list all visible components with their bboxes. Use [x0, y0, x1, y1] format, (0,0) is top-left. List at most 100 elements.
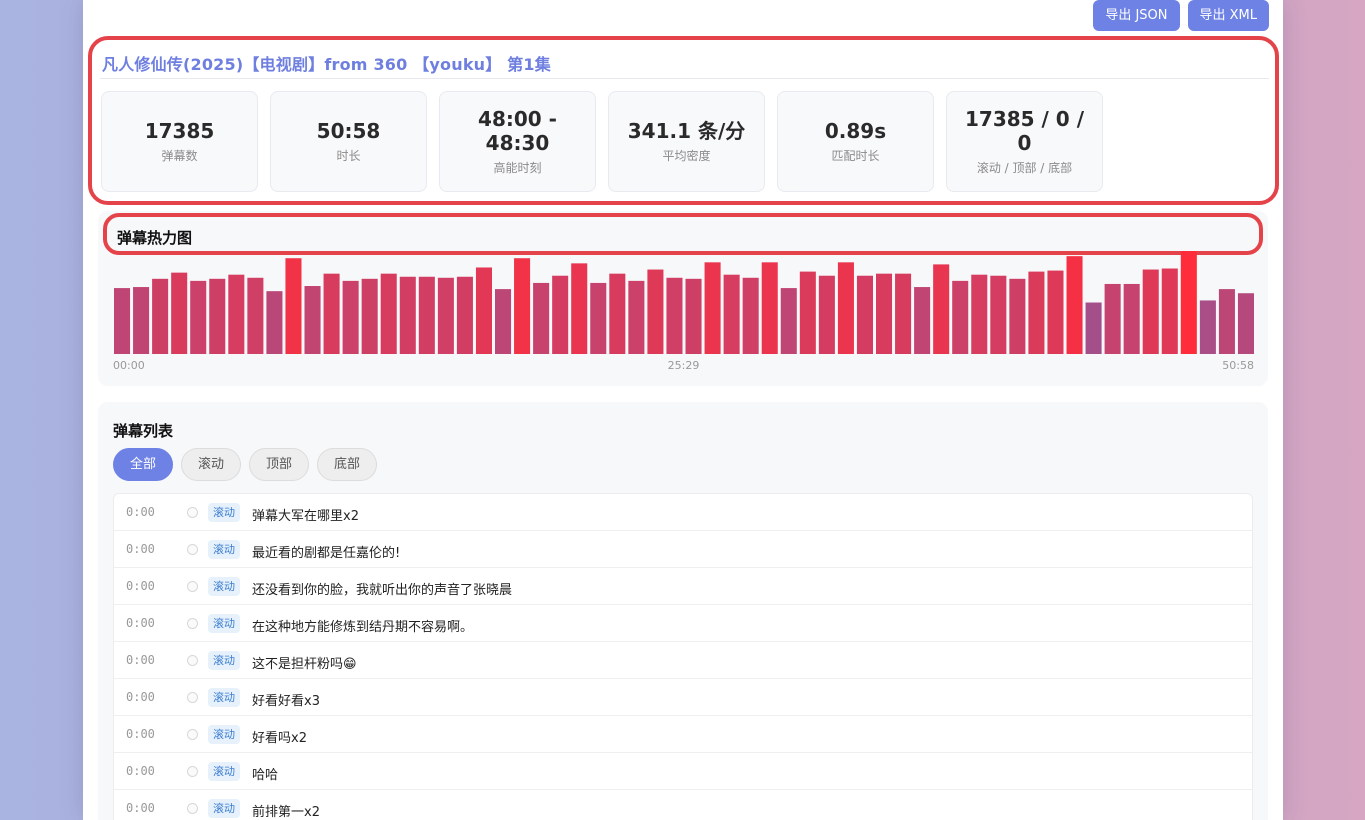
heatmap-bar[interactable]	[514, 258, 531, 354]
heatmap-bar[interactable]	[571, 263, 588, 354]
heatmap-bar[interactable]	[914, 287, 931, 354]
item-time: 0:00	[126, 764, 155, 778]
list-item[interactable]: 0:00 滚动 弹幕大军在哪里x2	[114, 494, 1252, 531]
heatmap-bar[interactable]	[399, 276, 416, 354]
heatmap-bar[interactable]	[1085, 302, 1102, 355]
heatmap-bar[interactable]	[895, 273, 912, 354]
list-item[interactable]: 0:00 滚动 最近看的剧都是任嘉伦的!	[114, 531, 1252, 568]
heatmap-bar[interactable]	[723, 274, 740, 354]
filter-top[interactable]: 顶部	[249, 448, 310, 481]
color-dot-icon	[187, 655, 198, 666]
heatmap-bar[interactable]	[152, 278, 169, 354]
heatmap-bar[interactable]	[933, 264, 950, 354]
heatmap-bar[interactable]	[837, 262, 854, 354]
list-title: 弹幕列表	[113, 422, 174, 440]
heatmap-bar[interactable]	[209, 278, 226, 354]
item-text: 弹幕大军在哪里x2	[252, 509, 359, 524]
heatmap-bar[interactable]	[856, 275, 873, 354]
heatmap-chart	[114, 251, 1254, 354]
heatmap-bar[interactable]	[1066, 256, 1083, 354]
stat-match-time: 0.89s 匹配时长	[777, 91, 934, 192]
heatmap-bar[interactable]	[495, 289, 512, 354]
heatmap-bar[interactable]	[190, 280, 207, 354]
heatmap-bar[interactable]	[799, 271, 816, 354]
heatmap-bar[interactable]	[456, 276, 473, 354]
heatmap-bar[interactable]	[1199, 300, 1216, 354]
list-item[interactable]: 0:00 滚动 前排第一x2	[114, 790, 1252, 820]
heatmap-bar[interactable]	[1123, 283, 1140, 354]
list-item[interactable]: 0:00 滚动 这不是担杆粉吗😁	[114, 642, 1252, 679]
list-item[interactable]: 0:00 滚动 还没看到你的脸，我就听出你的声音了张晓晨	[114, 568, 1252, 605]
heatmap-bar[interactable]	[818, 275, 835, 354]
heatmap-bar[interactable]	[666, 277, 683, 354]
heatmap-bar[interactable]	[1009, 278, 1026, 354]
list-item[interactable]: 0:00 滚动 在这种地方能修炼到结丹期不容易啊。	[114, 605, 1252, 642]
heatmap-bar[interactable]	[628, 280, 645, 354]
color-dot-icon	[187, 581, 198, 592]
filter-all[interactable]: 全部	[113, 448, 174, 481]
item-text: 在这种地方能修炼到结丹期不容易啊。	[252, 620, 474, 635]
type-badge: 滚动	[208, 651, 240, 670]
heatmap-bar[interactable]	[380, 273, 397, 354]
heatmap-bar[interactable]	[742, 277, 759, 354]
heatmap-bar[interactable]	[228, 274, 245, 354]
heatmap-bar[interactable]	[609, 273, 626, 354]
heatmap-bar[interactable]	[952, 280, 969, 354]
type-badge: 滚动	[208, 688, 240, 707]
color-dot-icon	[187, 618, 198, 629]
heatmap-bar[interactable]	[971, 274, 988, 354]
list-item[interactable]: 0:00 滚动 哈哈	[114, 753, 1252, 790]
export-json-button[interactable]: 导出 JSON	[1093, 0, 1180, 31]
heatmap-bar[interactable]	[114, 288, 131, 354]
heatmap-bar[interactable]	[780, 288, 797, 354]
heatmap-bar[interactable]	[647, 269, 664, 354]
item-text: 好看吗x2	[252, 731, 307, 746]
heatmap-bar[interactable]	[685, 278, 702, 354]
heatmap-bar[interactable]	[1104, 283, 1121, 354]
heatmap-bar[interactable]	[342, 280, 359, 354]
heatmap-bar[interactable]	[266, 291, 283, 354]
heatmap-bar[interactable]	[361, 278, 378, 354]
type-badge: 滚动	[208, 540, 240, 559]
heatmap-bar[interactable]	[552, 275, 569, 354]
heatmap-bar[interactable]	[475, 267, 492, 354]
heatmap-bar[interactable]	[590, 282, 607, 354]
heatmap-bar[interactable]	[1142, 269, 1159, 354]
list-item[interactable]: 0:00 滚动 好看好看x3	[114, 679, 1252, 716]
heatmap-bar[interactable]	[704, 262, 721, 354]
heatmap-bar[interactable]	[304, 286, 321, 354]
heatmap-bar[interactable]	[1218, 289, 1235, 354]
divider	[100, 78, 1269, 79]
heatmap-bar[interactable]	[1237, 293, 1254, 354]
heatmap-bar[interactable]	[876, 273, 893, 354]
list-item[interactable]: 0:00 滚动 好看吗x2	[114, 716, 1252, 753]
heatmap-bar[interactable]	[1180, 251, 1197, 354]
heatmap-bar[interactable]	[990, 275, 1007, 354]
heatmap-bar[interactable]	[1047, 270, 1064, 354]
heatmap-bar[interactable]	[323, 273, 340, 354]
color-dot-icon	[187, 766, 198, 777]
item-time: 0:00	[126, 653, 155, 667]
heatmap-bar[interactable]	[171, 272, 188, 354]
stats-row: 17385 弹幕数 50:58 时长 48:00 - 48:30 高能时刻 34…	[101, 91, 1103, 192]
heatmap-bar[interactable]	[247, 277, 264, 354]
stat-label: 匹配时长	[831, 149, 880, 163]
heatmap-bar[interactable]	[133, 287, 150, 354]
heatmap-section: 弹幕热力图 00:00 25:29 50:58	[98, 211, 1268, 386]
heatmap-bar[interactable]	[1028, 271, 1045, 354]
heatmap-header: 弹幕热力图	[103, 213, 1263, 255]
filter-scroll[interactable]: 滚动	[181, 448, 242, 481]
heatmap-bar[interactable]	[285, 258, 302, 354]
heatmap-bar[interactable]	[418, 276, 435, 354]
heatmap-bar[interactable]	[761, 262, 778, 354]
stat-value: 0.89s	[824, 119, 887, 143]
danmaku-list-section: 弹幕列表 全部 滚动 顶部 底部 0:00 滚动 弹幕大军在哪里x2 0:00 …	[98, 402, 1268, 820]
export-xml-button[interactable]: 导出 XML	[1187, 0, 1269, 31]
heatmap-bar[interactable]	[1161, 268, 1178, 354]
filter-bottom[interactable]: 底部	[317, 448, 378, 481]
stat-value: 17385 / 0 / 0	[965, 107, 1084, 155]
heatmap-bar[interactable]	[533, 282, 550, 354]
heatmap-bar[interactable]	[437, 277, 454, 354]
danmaku-list: 0:00 滚动 弹幕大军在哪里x2 0:00 滚动 最近看的剧都是任嘉伦的! 0…	[113, 493, 1253, 820]
item-time: 0:00	[126, 616, 155, 630]
